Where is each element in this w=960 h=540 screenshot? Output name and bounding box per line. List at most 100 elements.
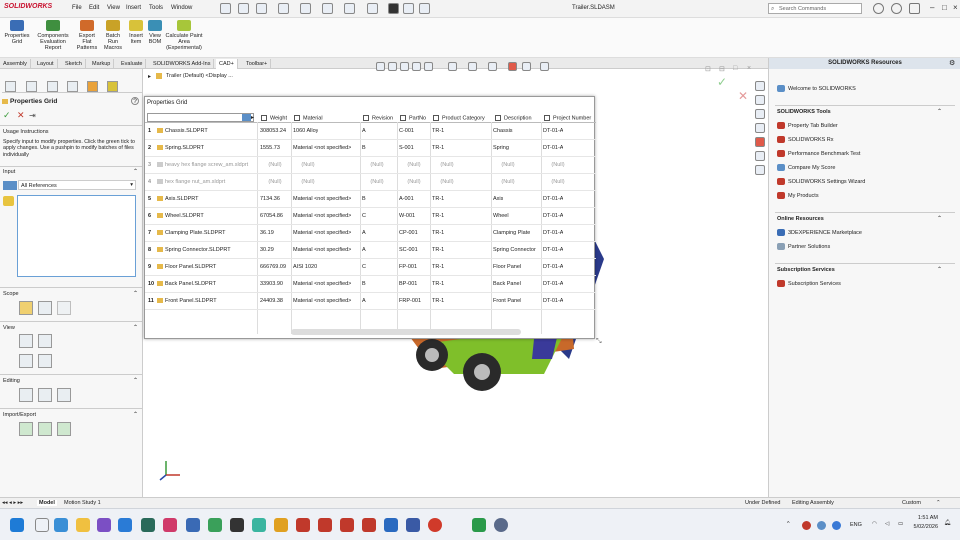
column-weight[interactable]: Weight <box>261 115 287 121</box>
cell-weight[interactable]: 36.19 <box>260 230 274 236</box>
column-product-category-checkbox[interactable] <box>433 115 439 121</box>
view-orientation-icon[interactable] <box>448 62 457 71</box>
calculate-paint-area-button[interactable]: Calculate Paint Area (Experimental) <box>164 20 204 51</box>
column-project-number[interactable]: Project Number <box>544 115 591 121</box>
column-material-checkbox[interactable] <box>294 115 300 121</box>
cell-description[interactable]: Front Panel <box>493 298 521 304</box>
app-icon-6[interactable] <box>252 518 266 532</box>
component-name[interactable]: Clamping Plate.SLDPRT <box>157 230 256 236</box>
cell-partno[interactable]: A-001 <box>399 196 414 202</box>
view-preview-icon[interactable] <box>19 354 33 368</box>
subscription-services-link[interactable]: Subscription Services <box>777 280 841 287</box>
property-manager-icon[interactable] <box>26 81 37 92</box>
cell-description[interactable]: Wheel <box>493 213 509 219</box>
cell-category[interactable]: (Null) <box>432 179 462 185</box>
view-bom-button[interactable]: View BOM <box>146 20 164 45</box>
add-property-icon[interactable] <box>19 388 33 402</box>
resize-handle-icon[interactable]: ⤡ <box>596 338 602 346</box>
language-indicator[interactable]: ENG <box>850 522 862 528</box>
rename-property-icon[interactable] <box>57 388 71 402</box>
cell-project[interactable]: DT-01-A <box>543 264 563 270</box>
input-select[interactable]: All References ▾ <box>18 180 136 190</box>
tool-compare-my-score[interactable]: Compare My Score <box>777 164 835 171</box>
tab-motion-study[interactable]: Motion Study 1 <box>64 500 101 506</box>
cell-material[interactable]: Material <not specified> <box>293 281 351 287</box>
options-gear-icon[interactable] <box>909 3 920 14</box>
tray-app-icon-2[interactable] <box>832 521 841 530</box>
scope-selected-icon[interactable] <box>38 301 52 315</box>
menu-tools[interactable]: Tools <box>149 5 163 11</box>
pushpin-icon[interactable]: ⇥ <box>29 111 36 120</box>
options-icon[interactable] <box>419 3 430 14</box>
collapse-input-icon[interactable]: ⌃ <box>133 168 138 175</box>
tab-model[interactable]: Model <box>37 500 57 506</box>
visual-studio-icon[interactable] <box>97 518 111 532</box>
cancel-button[interactable]: ✕ <box>17 110 25 121</box>
table-row[interactable]: 11 Front Panel.SLDPRT 24409.38 Material <no… <box>145 293 596 310</box>
clock-time[interactable]: 1:51 AM <box>916 515 938 521</box>
app-icon-9[interactable] <box>406 518 420 532</box>
task-pane-home-icon[interactable] <box>755 81 765 91</box>
tray-app-icon-1[interactable] <box>802 521 811 530</box>
task-pane-resources-icon[interactable] <box>755 95 765 105</box>
batch-run-macros-button[interactable]: Batch Run Macros <box>101 20 125 51</box>
component-name[interactable]: Spring Connector.SLDPRT <box>157 247 256 253</box>
units-chevron-icon[interactable]: ⌃ <box>936 500 941 506</box>
column-project-number-checkbox[interactable] <box>544 115 550 121</box>
cell-project[interactable]: DT-01-A <box>543 145 563 151</box>
column-product-category[interactable]: Product Category <box>433 115 485 121</box>
cell-category[interactable]: (Null) <box>432 162 462 168</box>
view-list-icon[interactable] <box>19 334 33 348</box>
close-view-icon[interactable]: × <box>747 65 751 72</box>
app-icon-3[interactable] <box>186 518 200 532</box>
dynamic-annotation-icon[interactable] <box>424 62 433 71</box>
undo-icon[interactable] <box>322 3 333 14</box>
open-icon[interactable] <box>256 3 267 14</box>
tray-chevron-icon[interactable]: ^ <box>787 521 790 527</box>
file-explorer-icon[interactable] <box>76 518 90 532</box>
cell-material[interactable]: Material <not specified> <box>293 247 351 253</box>
cell-project[interactable]: DT-01-A <box>543 213 563 219</box>
cell-partno[interactable]: (Null) <box>399 179 429 185</box>
cell-weight[interactable]: 308053.24 <box>260 128 286 134</box>
solidworks-taskbar-icon-1[interactable] <box>296 518 310 532</box>
task-pane-palette-icon[interactable] <box>755 165 765 175</box>
zoom-area-icon[interactable] <box>388 62 397 71</box>
export-flat-patterns-button[interactable]: Export Flat Patterns <box>74 20 100 51</box>
notifications-icon[interactable]: 🔔︎ <box>944 520 951 526</box>
component-name[interactable]: Wheel.SLDPRT <box>157 213 256 219</box>
tab-sketch[interactable]: Sketch <box>62 59 86 69</box>
cell-revision[interactable]: C <box>362 264 366 270</box>
table-row[interactable]: 3 heavy hex flange screw_am.sldprt (Null)(… <box>145 157 596 174</box>
table-row[interactable]: 1 Chassis.SLDPRT 308053.24 1060 Alloy A C-001… <box>145 123 596 140</box>
cell-material[interactable]: Material <not specified> <box>293 145 351 151</box>
tab-solidworks-addins[interactable]: SOLIDWORKS Add-Ins <box>150 59 215 69</box>
grid-filter-input[interactable] <box>147 113 254 122</box>
component-name[interactable]: heavy hex flange screw_am.sldprt <box>157 162 256 168</box>
cell-material[interactable]: Material <not specified> <box>293 230 351 236</box>
units-selector[interactable]: Custom <box>902 500 921 506</box>
cell-weight[interactable]: 67054.86 <box>260 213 283 219</box>
tab-evaluate[interactable]: Evaluate <box>118 59 147 69</box>
cell-category[interactable]: TR-1 <box>432 281 444 287</box>
table-row[interactable]: 9 Floor Panel.SLDPRT 666769.09 AISI 1020 C FP… <box>145 259 596 276</box>
export-excel-icon[interactable] <box>38 422 52 436</box>
section-view-icon[interactable] <box>412 62 421 71</box>
outlook-icon[interactable] <box>54 518 68 532</box>
display-style-icon[interactable] <box>468 62 477 71</box>
app-icon-2[interactable] <box>163 518 177 532</box>
task-pane-custom-props-icon[interactable] <box>755 151 765 161</box>
tool-my-products[interactable]: My Products <box>777 192 819 199</box>
table-row[interactable]: 6 Wheel.SLDPRT 67054.86 Material <not speci… <box>145 208 596 225</box>
cell-partno[interactable]: S-001 <box>399 145 414 151</box>
wifi-icon[interactable]: ◠ <box>872 521 877 527</box>
cad-plus-icon[interactable] <box>107 81 118 92</box>
display-manager-icon[interactable] <box>87 81 98 92</box>
table-row[interactable]: 8 Spring Connector.SLDPRT 30.29 Material <n… <box>145 242 596 259</box>
cell-project[interactable]: DT-01-A <box>543 128 563 134</box>
redo-icon[interactable] <box>344 3 355 14</box>
close-button[interactable]: × <box>953 3 958 12</box>
cell-weight[interactable]: 7134.36 <box>260 196 280 202</box>
cell-revision[interactable]: B <box>362 281 366 287</box>
collapse-view-icon[interactable]: ⌃ <box>133 324 138 331</box>
